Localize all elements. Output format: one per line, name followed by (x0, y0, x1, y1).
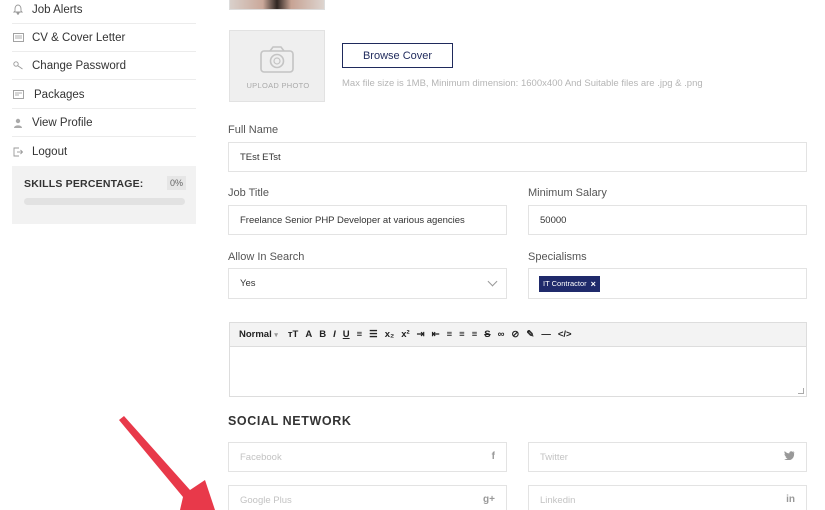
linkedin-icon: in (786, 494, 795, 505)
specialisms-field[interactable]: IT Contractor × (528, 268, 807, 299)
allow-search-value: Yes (240, 278, 256, 289)
document-icon (12, 32, 24, 44)
superscript-icon[interactable]: x² (401, 329, 409, 340)
format-select[interactable]: Normal ▾ (239, 329, 278, 340)
code-icon[interactable]: </> (558, 329, 572, 340)
profile-photo (229, 0, 325, 10)
outdent-icon[interactable]: ⇤ (432, 329, 440, 340)
job-title-field[interactable]: Freelance Senior PHP Developer at variou… (228, 205, 507, 235)
package-icon (12, 89, 24, 101)
align-right-icon[interactable]: ≡ (472, 329, 478, 340)
editor-toolbar: Normal ▾ тT A B I U ≡ ☰ x₂ x² ⇥ ⇤ ≡ ≡ ≡ … (230, 323, 806, 347)
twitter-placeholder: Twitter (540, 451, 568, 463)
social-network-title: SOCIAL NETWORK (228, 414, 352, 428)
full-name-value: TEst ETst (240, 151, 281, 163)
sidebar-item-label: Logout (32, 146, 68, 158)
job-title-value: Freelance Senior PHP Developer at variou… (240, 214, 465, 226)
bold-icon[interactable]: B (319, 329, 326, 340)
upload-photo-box[interactable]: UPLOAD PHOTO (229, 30, 325, 102)
facebook-field[interactable]: Facebook f (228, 442, 507, 472)
facebook-icon: f (491, 451, 495, 462)
clear-format-icon[interactable]: ✎ (526, 329, 534, 340)
min-salary-field[interactable]: 50000 (528, 205, 807, 235)
facebook-placeholder: Facebook (240, 451, 282, 463)
text-size-icon[interactable]: тT (288, 329, 298, 340)
linkedin-field[interactable]: Linkedin in (528, 485, 807, 510)
linkedin-placeholder: Linkedin (540, 494, 576, 506)
indent-icon[interactable]: ⇥ (417, 329, 425, 340)
font-color-icon[interactable]: A (305, 329, 312, 340)
bell-icon (12, 4, 24, 16)
chevron-down-icon (487, 276, 498, 287)
sidebar-item-packages[interactable]: Packages (12, 81, 196, 109)
google-plus-placeholder: Google Plus (240, 494, 292, 506)
link-icon[interactable]: ∞ (498, 329, 505, 340)
sidebar: Job Alerts CV & Cover Letter Change Pass… (0, 0, 200, 510)
skills-value: 0% (166, 176, 186, 190)
sidebar-item-logout[interactable]: Logout (12, 138, 196, 166)
remove-tag-icon[interactable]: × (591, 279, 596, 289)
specialisms-label: Specialisms (528, 251, 587, 263)
align-left-icon[interactable]: ≡ (447, 329, 453, 340)
resize-handle[interactable] (798, 388, 804, 394)
subscript-icon[interactable]: x₂ (385, 329, 395, 340)
skills-title: SKILLS PERCENTAGE: (24, 178, 144, 190)
sidebar-item-change-password[interactable]: Change Password (12, 52, 196, 80)
skills-progress-bar (24, 198, 185, 205)
italic-icon[interactable]: I (333, 329, 336, 340)
align-center-icon[interactable]: ≡ (459, 329, 465, 340)
underline-icon[interactable]: U (343, 329, 350, 340)
rich-text-editor[interactable]: Normal ▾ тT A B I U ≡ ☰ x₂ x² ⇥ ⇤ ≡ ≡ ≡ … (229, 322, 807, 397)
full-name-label: Full Name (228, 124, 279, 136)
sidebar-item-view-profile[interactable]: View Profile (12, 109, 196, 137)
sidebar-item-label: Job Alerts (32, 3, 83, 16)
strikethrough-icon[interactable]: S (484, 329, 490, 340)
google-plus-icon: g+ (483, 494, 495, 505)
unlink-icon[interactable]: ⊘ (511, 329, 519, 340)
full-name-field[interactable]: TEst ETst (228, 142, 807, 172)
allow-search-select[interactable]: Yes (228, 268, 507, 299)
twitter-icon (784, 451, 795, 463)
logout-icon (12, 146, 24, 158)
bullet-list-icon[interactable]: ☰ (369, 329, 378, 340)
min-salary-value: 50000 (540, 214, 567, 226)
camera-icon (260, 46, 294, 73)
sidebar-item-label: CV & Cover Letter (32, 31, 126, 44)
ordered-list-icon[interactable]: ≡ (357, 329, 363, 340)
specialism-tag[interactable]: IT Contractor × (539, 275, 600, 292)
key-icon (12, 60, 24, 72)
sidebar-item-label: View Profile (32, 116, 93, 129)
sidebar-item-label: Packages (34, 88, 85, 101)
browse-cover-button[interactable]: Browse Cover (342, 43, 453, 68)
allow-search-label: Allow In Search (228, 251, 305, 263)
specialism-tag-label: IT Contractor (543, 279, 587, 288)
job-title-label: Job Title (228, 187, 269, 199)
skills-percentage-panel: SKILLS PERCENTAGE: 0% (12, 166, 196, 224)
user-icon (12, 117, 24, 129)
google-plus-field[interactable]: Google Plus g+ (228, 485, 507, 510)
sidebar-item-cv[interactable]: CV & Cover Letter (12, 24, 196, 52)
min-salary-label: Minimum Salary (528, 187, 607, 199)
twitter-field[interactable]: Twitter (528, 442, 807, 472)
upload-hint: Max file size is 1MB, Minimum dimension:… (342, 78, 703, 89)
horizontal-rule-icon[interactable]: — (541, 329, 551, 340)
sidebar-item-job-alerts[interactable]: Job Alerts (12, 0, 196, 24)
sidebar-item-label: Change Password (32, 59, 126, 72)
upload-photo-label: UPLOAD PHOTO (246, 81, 310, 90)
